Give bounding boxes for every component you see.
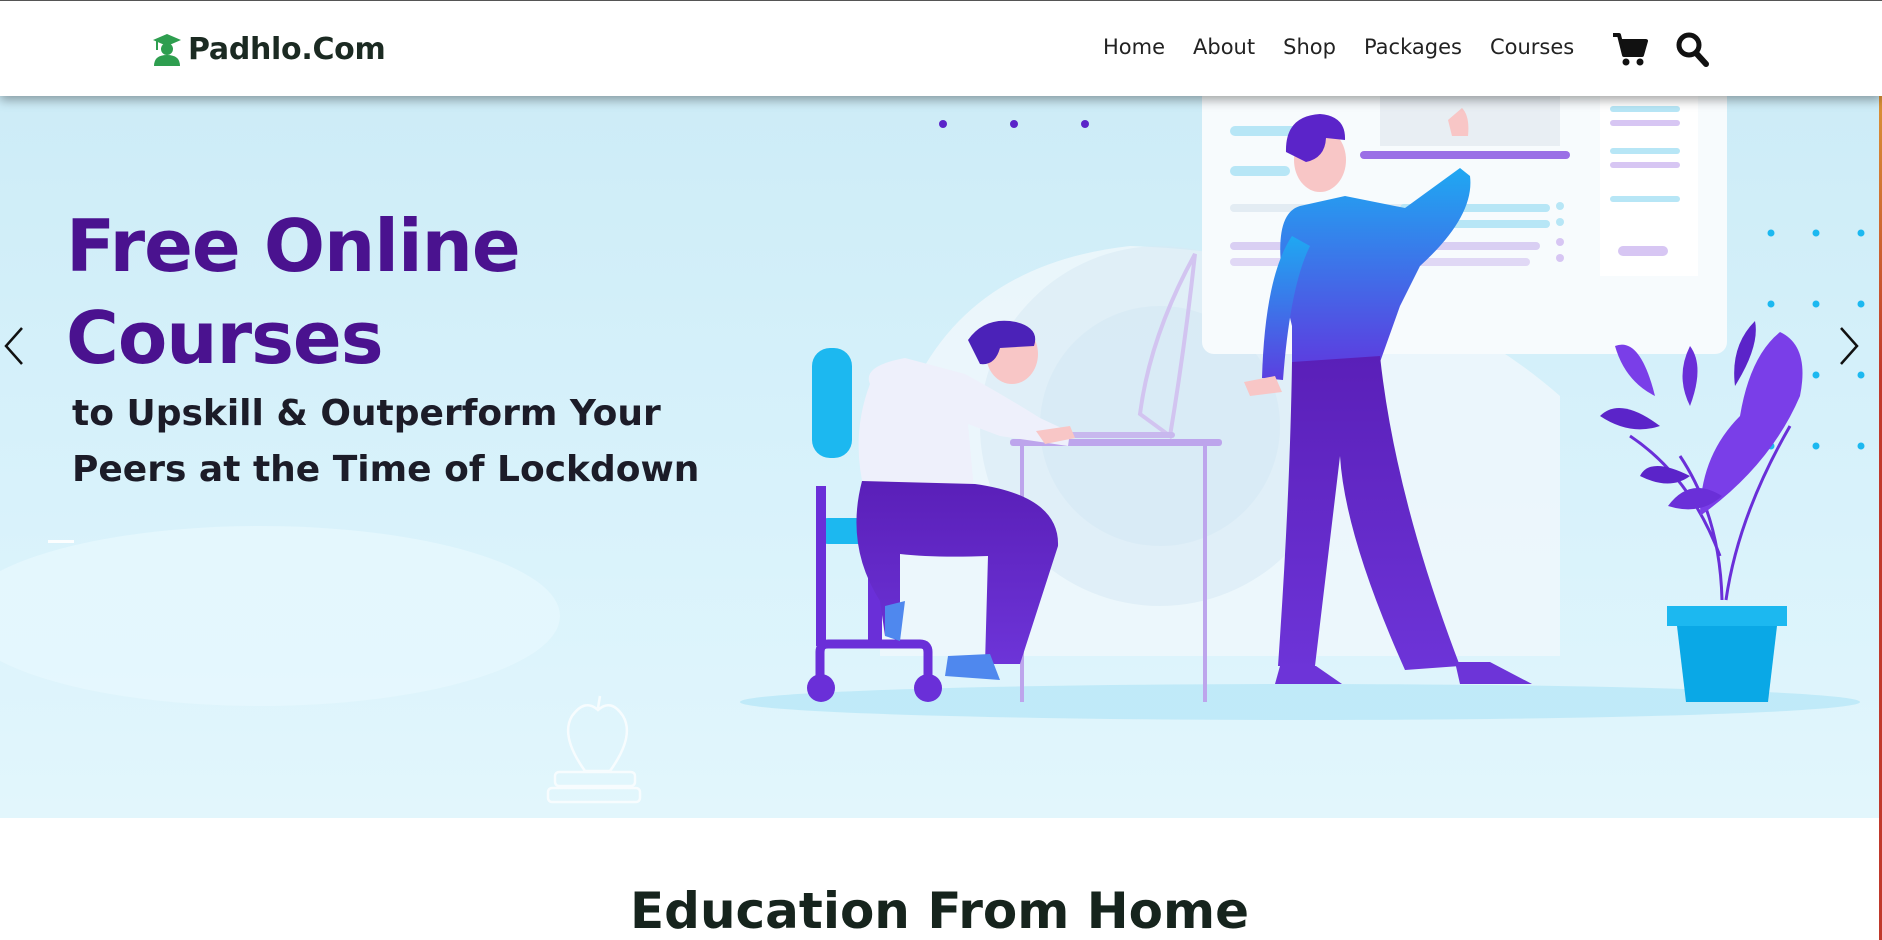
brand-name: Padhlo.Com xyxy=(188,31,386,67)
cart-icon[interactable] xyxy=(1612,31,1648,67)
nav-about[interactable]: About xyxy=(1193,35,1255,59)
hero-subtitle: to Upskill & Outperform Your Peers at th… xyxy=(72,393,700,490)
hero-carousel: Free Online Courses to Upskill & Outperf… xyxy=(0,96,1879,818)
hero-title: Free Online Courses xyxy=(66,204,521,380)
chevron-right-icon[interactable] xyxy=(1835,324,1861,368)
main-nav: Home About Shop Packages Courses xyxy=(1103,35,1602,59)
nav-home[interactable]: Home xyxy=(1103,35,1165,59)
section-heading: Education From Home xyxy=(630,882,1249,940)
brand-logo[interactable]: Padhlo.Com xyxy=(152,29,386,69)
navbar: Padhlo.Com Home About Shop Packages Cour… xyxy=(0,0,1882,96)
search-icon[interactable] xyxy=(1675,31,1709,67)
nav-shop[interactable]: Shop xyxy=(1283,35,1336,59)
slide-indicator[interactable] xyxy=(48,540,74,543)
graduate-icon xyxy=(153,34,181,66)
chevron-left-icon[interactable] xyxy=(2,324,28,368)
nav-courses[interactable]: Courses xyxy=(1490,35,1574,59)
nav-packages[interactable]: Packages xyxy=(1364,35,1462,59)
